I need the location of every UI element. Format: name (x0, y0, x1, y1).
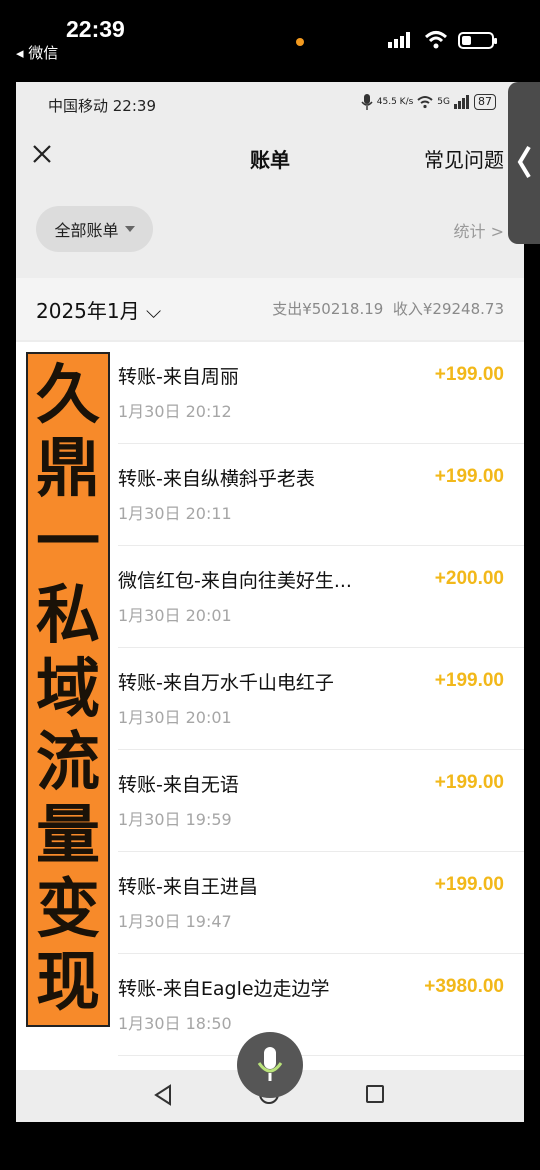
cell-signal-icon (454, 95, 469, 109)
recording-dot (296, 38, 304, 46)
banner-char: 鼎 (36, 432, 100, 507)
transaction-amount: +199.00 (434, 874, 504, 895)
banner-char: 一 (36, 505, 100, 580)
divider (118, 1055, 524, 1056)
banner-char: 久 (36, 359, 100, 433)
faq-button[interactable]: 常见问题 (424, 144, 504, 173)
battery-icon (458, 32, 497, 49)
nav-back-icon[interactable] (153, 1084, 173, 1106)
stats-link[interactable]: 统计 > (454, 218, 505, 242)
income-total: 收入¥29248.73 (392, 300, 504, 318)
transaction-title: 转账-来自周丽 (118, 366, 239, 388)
transaction-amount: +199.00 (434, 772, 504, 793)
banner-char: 流 (36, 725, 100, 800)
carrier-time: 中国移动 22:39 (48, 97, 156, 115)
transaction-title: 微信红包-来自向往美好生... (118, 570, 352, 592)
month-bar: 2025年1月 ⌵ 支出¥50218.19 收入¥29248.73 (16, 278, 524, 340)
back-to-app-link[interactable]: ◂ 微信 (16, 42, 58, 63)
transaction-amount: +199.00 (434, 466, 504, 487)
transaction-amount: +200.00 (434, 568, 504, 589)
expense-total: 支出¥50218.19 (272, 300, 384, 318)
outer-clock: 22:39 (66, 16, 125, 42)
phone-screen: 中国移动 22:39 45.5 K/s 5G 87 账单 常见问题 全部账单 统… (16, 82, 524, 1122)
transaction-time: 1月30日 20:01 (118, 606, 232, 625)
banner-char: 域 (36, 652, 100, 727)
network-type: 5G (437, 97, 450, 107)
inner-status-icons: 45.5 K/s 5G 87 (361, 94, 496, 110)
transaction-amount: +3980.00 (424, 976, 504, 997)
battery-percent: 87 (474, 94, 496, 110)
banner-char: 私 (36, 579, 100, 654)
promo-banner: 久 鼎 一 私 域 流 量 变 现 (26, 352, 110, 1027)
transaction-title: 转账-来自纵横斜乎老表 (118, 468, 315, 490)
transaction-title: 转账-来自Eagle边走边学 (118, 978, 330, 1000)
caret-down-icon (124, 226, 135, 232)
transaction-time: 1月30日 20:11 (118, 504, 232, 523)
mic-status-icon (361, 94, 373, 110)
transaction-amount: +199.00 (434, 364, 504, 385)
wifi-icon (424, 31, 448, 49)
transaction-time: 1月30日 18:50 (118, 1014, 232, 1033)
voice-input-button[interactable] (237, 1032, 303, 1098)
filter-label: 全部账单 (54, 221, 119, 240)
outer-status-bar: 22:39 ◂ 微信 (0, 0, 540, 80)
side-panel-tab[interactable] (508, 82, 540, 244)
month-totals: 支出¥50218.19 收入¥29248.73 (272, 298, 504, 319)
transaction-title: 转账-来自王进昌 (118, 876, 258, 898)
transaction-title: 转账-来自无语 (118, 774, 239, 796)
transaction-title: 转账-来自万水千山电红子 (118, 672, 334, 694)
month-selector[interactable]: 2025年1月 ⌵ (36, 295, 161, 324)
transaction-time: 1月30日 20:01 (118, 708, 232, 727)
nav-recent-icon[interactable] (366, 1085, 384, 1103)
transaction-amount: +199.00 (434, 670, 504, 691)
wifi-status-icon (417, 96, 433, 109)
banner-char: 现 (36, 946, 100, 1020)
banner-char: 量 (36, 799, 100, 874)
microphone-icon (257, 1047, 283, 1081)
chevron-left-icon (517, 145, 531, 179)
transaction-time: 1月30日 20:12 (118, 402, 232, 421)
net-speed: 45.5 K/s (376, 97, 414, 107)
banner-char: 变 (36, 872, 100, 947)
signal-icon (388, 32, 410, 48)
transaction-time: 1月30日 19:47 (118, 912, 232, 931)
inner-status-bar: 中国移动 22:39 45.5 K/s 5G 87 (16, 82, 524, 126)
all-bills-filter[interactable]: 全部账单 (36, 206, 153, 252)
transaction-time: 1月30日 19:59 (118, 810, 232, 829)
